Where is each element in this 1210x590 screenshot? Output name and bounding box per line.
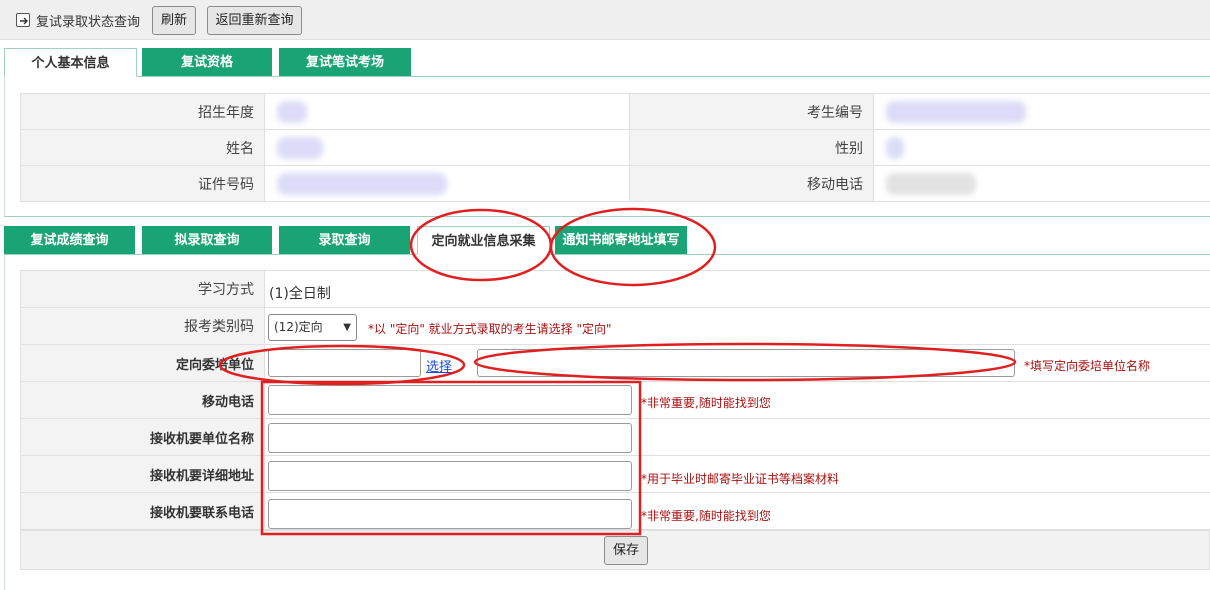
mobile-label: 移动电话 [629,165,874,202]
select-unit-link[interactable]: 选择 [426,356,452,375]
mobile-hint: *非常重要,随时能找到您 [641,396,771,410]
panel-left-border-2 [4,255,5,590]
recv-addr-input[interactable] [268,461,632,491]
gender-label: 性别 [629,129,874,166]
id-number-label: 证件号码 [20,165,265,202]
unit-code-input[interactable] [268,349,421,377]
category-hint: *以 "定向" 就业方式录取的考生请选择 "定向" [368,322,612,336]
gender-value [873,129,1210,166]
study-mode-value: (1)全日制 [269,286,331,302]
name-label: 姓名 [20,129,265,166]
recv-unit-input[interactable] [268,423,632,453]
unit-name-input[interactable] [477,349,1015,377]
dropdown-arrow-icon: ▼ [343,322,351,333]
id-number-value [264,165,630,202]
name-value [264,129,630,166]
category-select-value: (12)定向 [274,320,323,334]
enter-icon [16,13,30,27]
exam-no-value [873,93,1210,130]
tab-retest-score[interactable]: 复试成绩查询 [4,226,135,255]
recv-addr-label: 接收机要详细地址 [20,455,265,493]
tab-mailing-address[interactable]: 通知书邮寄地址填写 [555,226,687,255]
tab-directed-employment[interactable]: 定向就业信息采集 [417,226,550,255]
tab-admission[interactable]: 录取查询 [279,226,410,255]
year-value [264,93,630,130]
mobile-input[interactable] [268,385,632,415]
tab-divider-right [550,254,1210,255]
tab-basic-info[interactable]: 个人基本信息 [4,48,137,77]
recv-unit-label: 接收机要单位名称 [20,418,265,456]
mobile-value [873,165,1210,202]
basic-info-table: 招生年度 考生编号 姓名 性别 证件号码 移动电话 [20,93,1210,202]
study-mode-cell [264,270,1210,308]
tab-divider [137,76,1210,77]
recv-addr-hint: *用于毕业时邮寄毕业证书等档案材料 [641,472,840,486]
study-mode-label: 学习方式 [20,270,265,308]
top-toolbar: 复试录取状态查询 刷新 返回重新查询 [0,0,1210,40]
unit-label: 定向委培单位 [20,344,265,382]
panel-left-border [4,77,5,217]
unit-hint: *填写定向委培单位名称 [1024,359,1151,373]
form-mobile-label: 移动电话 [20,381,265,419]
recv-phone-label: 接收机要联系电话 [20,492,265,530]
exam-no-label: 考生编号 [629,93,874,130]
category-select[interactable]: (12)定向 ▼ [268,314,357,341]
tab-pre-admission[interactable]: 拟录取查询 [142,226,272,255]
year-label: 招生年度 [20,93,265,130]
recv-phone-input[interactable] [268,499,632,529]
save-button[interactable]: 保存 [604,536,648,565]
recv-phone-hint: *非常重要,随时能找到您 [641,509,771,523]
tab-retest-eligibility[interactable]: 复试资格 [142,48,272,77]
tab-retest-exam-room[interactable]: 复试笔试考场 [279,48,411,77]
tab-divider-left [4,254,417,255]
category-label: 报考类别码 [20,307,265,345]
toolbar-title: 复试录取状态查询 [36,15,141,30]
back-requery-button[interactable]: 返回重新查询 [207,6,302,35]
panel-bottom-line [4,216,1210,217]
refresh-button[interactable]: 刷新 [152,6,196,35]
